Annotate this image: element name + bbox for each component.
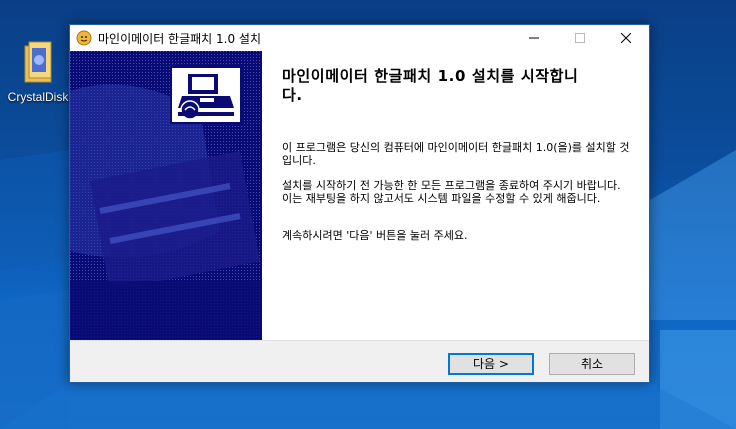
minimize-button[interactable] bbox=[511, 25, 557, 51]
continue-text: 계속하시려면 '다음' 버튼을 눌러 주세요. bbox=[282, 229, 468, 242]
intro-text: 이 프로그램은 당신의 컴퓨터에 마인이메이터 한글패치 1.0(을)를 설치할… bbox=[282, 141, 630, 167]
button-bar: 다음 > 취소 bbox=[70, 340, 649, 382]
installer-content: 마인이메이터 한글패치 1.0 설치를 시작합니 다. 이 프로그램은 당신의 … bbox=[70, 51, 649, 340]
desktop-icon-label: CrystalDisk bbox=[7, 90, 69, 104]
minimize-icon bbox=[529, 37, 539, 39]
app-icon bbox=[76, 30, 92, 46]
installer-logo bbox=[170, 66, 242, 124]
computer-disk-icon bbox=[172, 68, 240, 122]
title-bar[interactable]: 마인이메이터 한글패치 1.0 설치 bbox=[70, 25, 649, 51]
welcome-heading-line2: 다. bbox=[282, 86, 303, 104]
close-programs-text: 설치를 시작하기 전 가능한 한 모든 프로그램을 종료하여 주시기 바랍니다.… bbox=[282, 179, 621, 205]
welcome-heading: 마인이메이터 한글패치 1.0 설치를 시작합니 다. bbox=[282, 67, 632, 105]
cancel-button[interactable]: 취소 bbox=[549, 353, 635, 375]
maximize-icon bbox=[575, 33, 585, 43]
window-title: 마인이메이터 한글패치 1.0 설치 bbox=[98, 32, 262, 46]
close-button[interactable] bbox=[603, 25, 649, 51]
close-icon bbox=[621, 33, 631, 43]
welcome-heading-line1: 마인이메이터 한글패치 1.0 설치를 시작합니 bbox=[282, 67, 579, 85]
installer-window: 마인이메이터 한글패치 1.0 설치 마인이메이터 한글패치 1.0 설치를 시… bbox=[69, 24, 650, 383]
next-button[interactable]: 다음 > bbox=[448, 353, 534, 375]
maximize-button[interactable] bbox=[557, 25, 603, 51]
folder-icon bbox=[21, 40, 55, 86]
desktop-icon-crystaldisk[interactable]: CrystalDisk bbox=[6, 40, 70, 104]
side-banner bbox=[70, 51, 262, 340]
